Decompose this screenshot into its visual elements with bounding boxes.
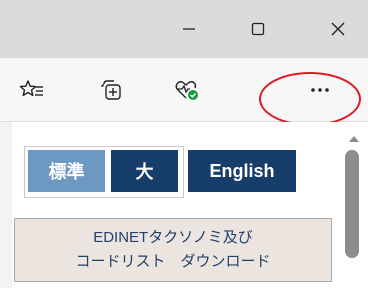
scroll-up-arrow-icon[interactable] bbox=[349, 136, 359, 142]
standard-size-button[interactable]: 標準 bbox=[28, 150, 105, 192]
taxonomy-download-link[interactable]: EDINETタクソノミ及び コードリスト ダウンロード bbox=[14, 218, 332, 282]
left-edge-strip bbox=[0, 122, 12, 288]
maximize-icon bbox=[251, 22, 265, 36]
title-bar bbox=[0, 0, 368, 58]
page-content: 標準 大 English EDINETタクソノミ及び コードリスト ダウンロード bbox=[0, 122, 340, 288]
browser-toolbar bbox=[0, 58, 368, 122]
english-button[interactable]: English bbox=[188, 150, 296, 192]
collections-icon bbox=[101, 80, 121, 100]
close-button[interactable] bbox=[318, 14, 358, 44]
taxonomy-link-line1: EDINETタクソノミ及び bbox=[93, 229, 253, 246]
browser-essentials-button[interactable] bbox=[170, 74, 204, 106]
collections-button[interactable] bbox=[94, 74, 128, 106]
more-icon bbox=[311, 88, 329, 92]
browser-essentials-icon bbox=[175, 81, 198, 100]
taxonomy-link-line2: コードリスト ダウンロード bbox=[75, 253, 271, 270]
maximize-button[interactable] bbox=[238, 14, 278, 44]
favorites-star-icon bbox=[19, 80, 43, 97]
more-button[interactable] bbox=[303, 74, 337, 106]
vertical-scrollbar[interactable] bbox=[340, 122, 368, 288]
large-size-button[interactable]: 大 bbox=[111, 150, 178, 192]
scroll-thumb[interactable] bbox=[345, 150, 359, 258]
minimize-button[interactable] bbox=[169, 14, 209, 44]
favorites-button[interactable] bbox=[15, 74, 49, 106]
minimize-icon bbox=[183, 28, 195, 30]
close-icon bbox=[331, 22, 345, 36]
